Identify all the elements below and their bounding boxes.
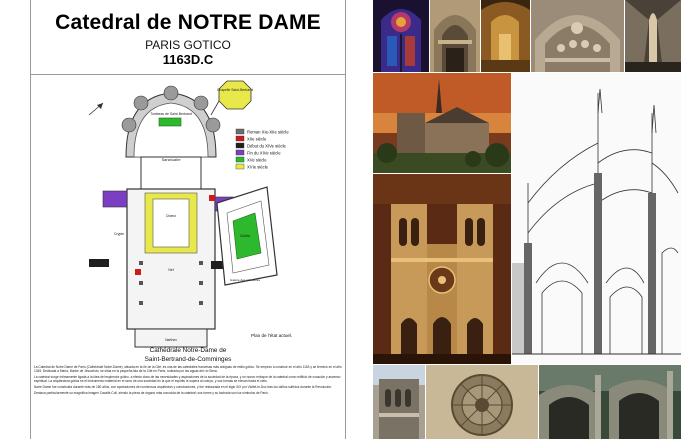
gallery-label: Galerie des réfectoires xyxy=(230,278,261,282)
page-subtitle: PARIS GOTICO xyxy=(145,38,231,52)
date-label: 1163D.C xyxy=(162,52,214,67)
legend-swatch xyxy=(235,149,245,156)
photo-rose-detail xyxy=(426,365,538,439)
black-block xyxy=(89,259,109,267)
red-marker xyxy=(135,269,141,275)
chapel-saint-bertrand: Chapelle Saint-Bertrand xyxy=(210,80,253,116)
legend-swatch xyxy=(235,156,245,163)
photo-facade-night xyxy=(373,174,511,364)
legend-swatch xyxy=(235,135,245,142)
legend-swatch xyxy=(235,163,245,170)
buttress-icon xyxy=(539,365,681,439)
photo-buttress-detail xyxy=(539,365,681,439)
narthex-label: Narthex xyxy=(165,338,177,342)
tower-icon xyxy=(373,365,425,439)
red-marker xyxy=(209,195,215,201)
floor-plan-drawing: Chapelle Saint-Bertrand Tombeau de Saint… xyxy=(88,80,292,363)
legend-label: XVe siècle xyxy=(247,157,267,162)
body-text: La Catedral de Notre Dame de París (Cath… xyxy=(34,365,342,437)
chapel-label: Chapelle Saint-Bertrand xyxy=(217,88,253,92)
photo-portal xyxy=(430,0,480,72)
paragraph: Notre Dame fue construida durante más de… xyxy=(34,385,332,389)
cloister-label: Cloître xyxy=(240,234,250,238)
nave-label: Nef xyxy=(168,268,173,272)
paragraph: Destaca particularmente su magnífica ima… xyxy=(34,390,269,395)
side-chapel-left xyxy=(102,190,128,208)
state-note: Plan de l'état actuel. xyxy=(251,333,292,338)
legend-label: XIIe siècle xyxy=(247,136,267,141)
plan-legend: Roman XIe-XIIe siècle XIIe siècle Début du… xyxy=(235,128,289,170)
page-title: Catedral de NOTRE DAME xyxy=(55,11,321,34)
nave-icon xyxy=(625,0,681,72)
photo-exterior-day xyxy=(373,73,511,173)
north-arrow-icon xyxy=(88,102,104,116)
legend-label: Fin du XIVe siècle xyxy=(247,150,281,155)
photo-section-drawing xyxy=(512,73,681,364)
photo-tympanum xyxy=(531,0,624,72)
sanctuary-label: Sanctuaire xyxy=(161,157,181,162)
sculpture-icon xyxy=(531,0,624,72)
title-block: Catedral de NOTRE DAME PARIS GOTICO 1163… xyxy=(31,0,345,75)
portal-icon xyxy=(430,0,480,72)
cathedral-icon xyxy=(373,73,511,173)
drawing-icon xyxy=(512,73,681,364)
apse xyxy=(121,85,221,158)
legend-label: Début du XIVe siècle xyxy=(247,143,287,148)
legend-label: Roman XIe-XIIe siècle xyxy=(247,129,289,134)
photo-tower-detail xyxy=(373,365,425,439)
photo-rose-window xyxy=(373,0,429,72)
legend-label: XVIe siècle xyxy=(247,164,269,169)
text-column: Catedral de NOTRE DAME PARIS GOTICO 1163… xyxy=(30,0,346,439)
choir-label: Chœur xyxy=(166,214,177,218)
plan-caption-line2: Saint-Bertrand-de-Comminges xyxy=(145,356,232,363)
paragraph: La Catedral de Notre Dame de París (Cath… xyxy=(34,365,342,374)
interior-icon xyxy=(481,0,530,72)
facade-icon xyxy=(373,174,511,364)
plan-caption-line1: Cathédrale Notre-Dame de xyxy=(150,347,227,354)
document-sheet: Catedral de NOTRE DAME PARIS GOTICO 1163… xyxy=(0,0,681,439)
stained-glass-icon xyxy=(373,0,429,72)
paragraph: La catedral surge íntimamente ligada a l… xyxy=(34,375,341,384)
cloister: Cloître Galerie des réfectoires xyxy=(216,186,278,286)
photo-nave-interior xyxy=(625,0,681,72)
floor-plan: Chapelle Saint-Bertrand Tombeau de Saint… xyxy=(31,75,345,365)
legend-swatch xyxy=(235,128,245,135)
legend-swatch xyxy=(235,142,245,149)
crypt-label: Crypte xyxy=(114,232,124,236)
tomb-label: Tombeau de Saint-Bertrand xyxy=(150,112,192,116)
rose-icon xyxy=(426,365,538,439)
photo-interior-gold xyxy=(481,0,530,72)
